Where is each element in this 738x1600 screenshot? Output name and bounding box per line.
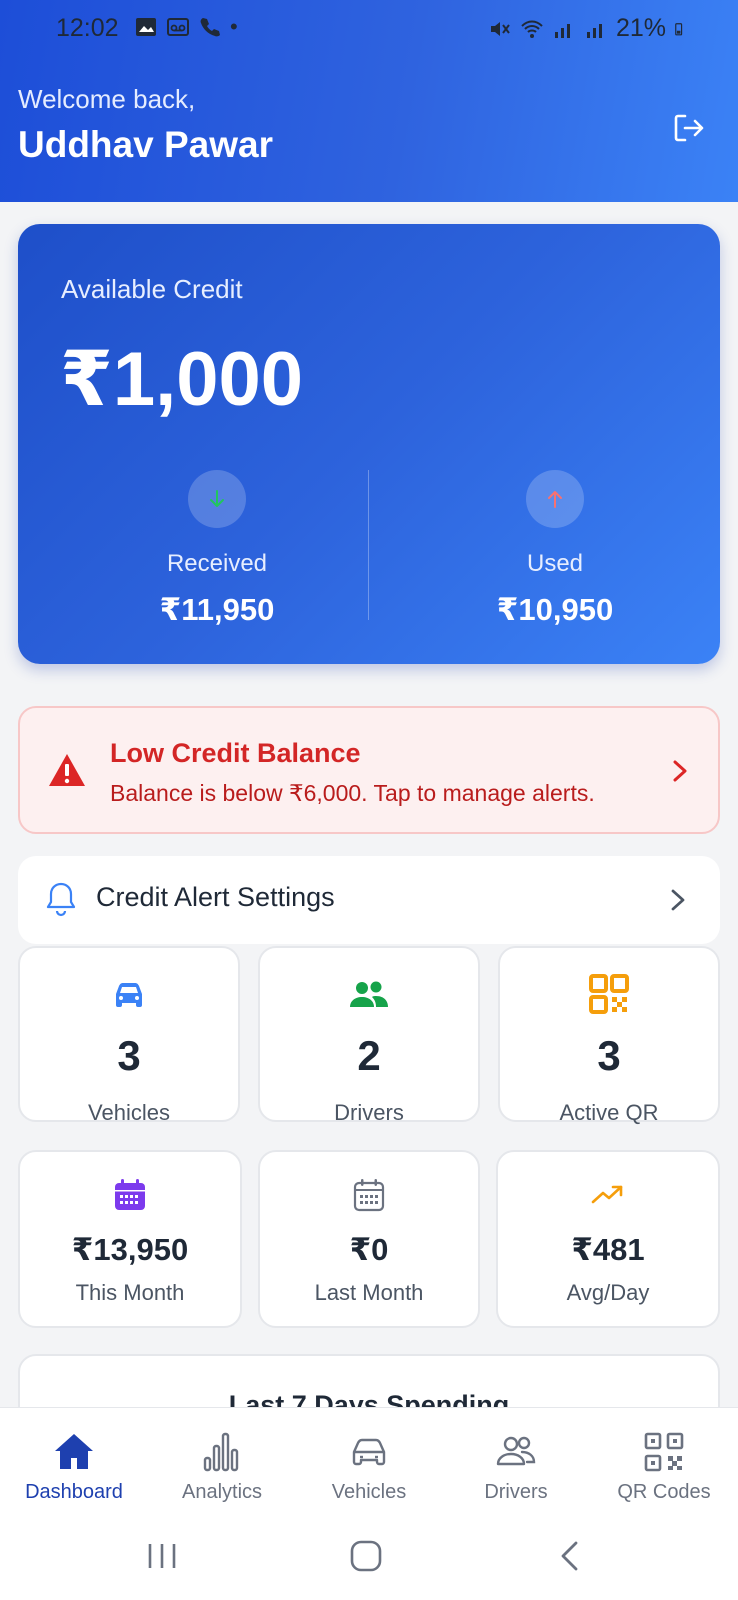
recent-apps-icon[interactable] bbox=[142, 1538, 182, 1574]
nav-drivers[interactable]: Drivers bbox=[442, 1408, 590, 1511]
active-qr-label: Active QR bbox=[559, 1100, 659, 1125]
back-icon[interactable] bbox=[552, 1538, 592, 1574]
users-icon bbox=[496, 1436, 536, 1466]
last-month-amount: ₹0 bbox=[349, 1232, 389, 1267]
car-icon bbox=[352, 1438, 386, 1466]
user-name: Uddhav Pawar bbox=[18, 124, 273, 165]
gallery-icon bbox=[136, 18, 156, 36]
users-icon bbox=[350, 981, 388, 1007]
used-section: Used ₹10,950 bbox=[430, 470, 680, 628]
this-month-stat-card: ₹13,950 This Month bbox=[18, 1150, 242, 1328]
drivers-count: 2 bbox=[357, 1032, 381, 1079]
notification-dot: • bbox=[230, 14, 238, 39]
battery-icon bbox=[675, 22, 683, 35]
nav-analytics-label: Analytics bbox=[181, 1481, 263, 1503]
received-icon-circle bbox=[188, 470, 246, 528]
calendar-icon bbox=[115, 1179, 145, 1210]
chevron-right-icon bbox=[673, 760, 687, 782]
bell-icon bbox=[46, 882, 76, 917]
received-value: ₹11,950 bbox=[159, 592, 275, 627]
home-icon bbox=[55, 1434, 93, 1469]
app-header: 12:02 • 21% Welcome back, Uddhav Pawar bbox=[0, 0, 738, 202]
nav-drivers-label: Drivers bbox=[484, 1481, 548, 1503]
car-icon bbox=[116, 983, 142, 1007]
last-month-stat-card: ₹0 Last Month bbox=[258, 1150, 480, 1328]
vehicles-stat-card[interactable]: 3 Vehicles bbox=[18, 946, 240, 1125]
this-month-label: This Month bbox=[75, 1280, 185, 1305]
call-icon bbox=[200, 18, 220, 37]
last-month-label: Last Month bbox=[314, 1280, 424, 1305]
bar-chart-icon bbox=[203, 1432, 239, 1472]
avg-per-day-label: Avg/Day bbox=[566, 1280, 650, 1305]
alert-title: Low Credit Balance bbox=[110, 738, 361, 768]
used-value: ₹10,950 bbox=[496, 592, 614, 627]
alert-message: Balance is below ₹6,000. Tap to manage a… bbox=[110, 780, 595, 806]
status-notification-icons: • bbox=[134, 14, 238, 40]
bottom-navigation: Dashboard Analytics Vehicles Drivers QR … bbox=[0, 1407, 738, 1510]
welcome-text: Welcome back, bbox=[18, 84, 196, 114]
mute-icon bbox=[490, 21, 510, 36]
vehicles-label: Vehicles bbox=[88, 1100, 170, 1125]
available-credit-amount: ₹1,000 bbox=[60, 337, 304, 422]
nav-vehicles[interactable]: Vehicles bbox=[295, 1408, 443, 1511]
qr-code-icon bbox=[644, 1432, 684, 1472]
wifi-icon bbox=[521, 20, 543, 38]
nav-dashboard-label: Dashboard bbox=[25, 1481, 123, 1503]
nav-qr-codes-label: QR Codes bbox=[617, 1481, 711, 1503]
status-time: 12:02 bbox=[56, 14, 119, 42]
trending-up-icon bbox=[591, 1185, 623, 1204]
credit-divider bbox=[368, 470, 369, 620]
credit-alert-settings[interactable]: Credit Alert Settings bbox=[18, 856, 720, 944]
nav-analytics[interactable]: Analytics bbox=[148, 1408, 296, 1511]
nav-dashboard[interactable]: Dashboard bbox=[0, 1408, 148, 1511]
system-navigation-bar bbox=[0, 1510, 738, 1600]
drivers-stat-card[interactable]: 2 Drivers bbox=[258, 946, 480, 1125]
logout-icon[interactable] bbox=[668, 108, 708, 148]
home-button-icon[interactable] bbox=[346, 1538, 386, 1574]
status-system-icons: 21% bbox=[488, 14, 688, 43]
voicemail-icon bbox=[167, 18, 189, 36]
signal-lte2-icon bbox=[586, 23, 602, 38]
used-label: Used bbox=[526, 550, 584, 577]
avg-per-day-stat-card: ₹481 Avg/Day bbox=[496, 1150, 720, 1328]
warning-icon bbox=[49, 754, 85, 786]
signal-lte1-icon bbox=[554, 23, 570, 38]
this-month-amount: ₹13,950 bbox=[71, 1232, 189, 1267]
qr-code-icon bbox=[589, 974, 629, 1014]
calendar-icon bbox=[353, 1179, 385, 1212]
active-qr-count: 3 bbox=[597, 1032, 621, 1079]
battery-percent: 21% bbox=[615, 14, 666, 42]
active-qr-stat-card[interactable]: 3 Active QR bbox=[498, 946, 720, 1125]
received-label: Received bbox=[166, 550, 268, 577]
low-credit-alert[interactable]: Low Credit Balance Balance is below ₹6,0… bbox=[18, 706, 720, 834]
drivers-label: Drivers bbox=[334, 1100, 404, 1125]
avg-per-day-amount: ₹481 bbox=[571, 1232, 645, 1267]
used-icon-circle bbox=[526, 470, 584, 528]
arrow-down-icon bbox=[210, 490, 224, 507]
nav-qr-codes[interactable]: QR Codes bbox=[590, 1408, 738, 1511]
credit-alert-settings-label: Credit Alert Settings bbox=[96, 882, 335, 912]
available-credit-label: Available Credit bbox=[61, 274, 243, 304]
arrow-up-icon bbox=[548, 491, 562, 508]
status-bar: 12:02 • 21% bbox=[0, 0, 738, 58]
received-section: Received ₹11,950 bbox=[92, 470, 342, 628]
chevron-right-icon bbox=[671, 889, 685, 911]
available-credit-card: Available Credit ₹1,000 Received ₹11,950… bbox=[18, 224, 720, 664]
nav-vehicles-label: Vehicles bbox=[331, 1481, 407, 1503]
vehicles-count: 3 bbox=[117, 1032, 141, 1079]
